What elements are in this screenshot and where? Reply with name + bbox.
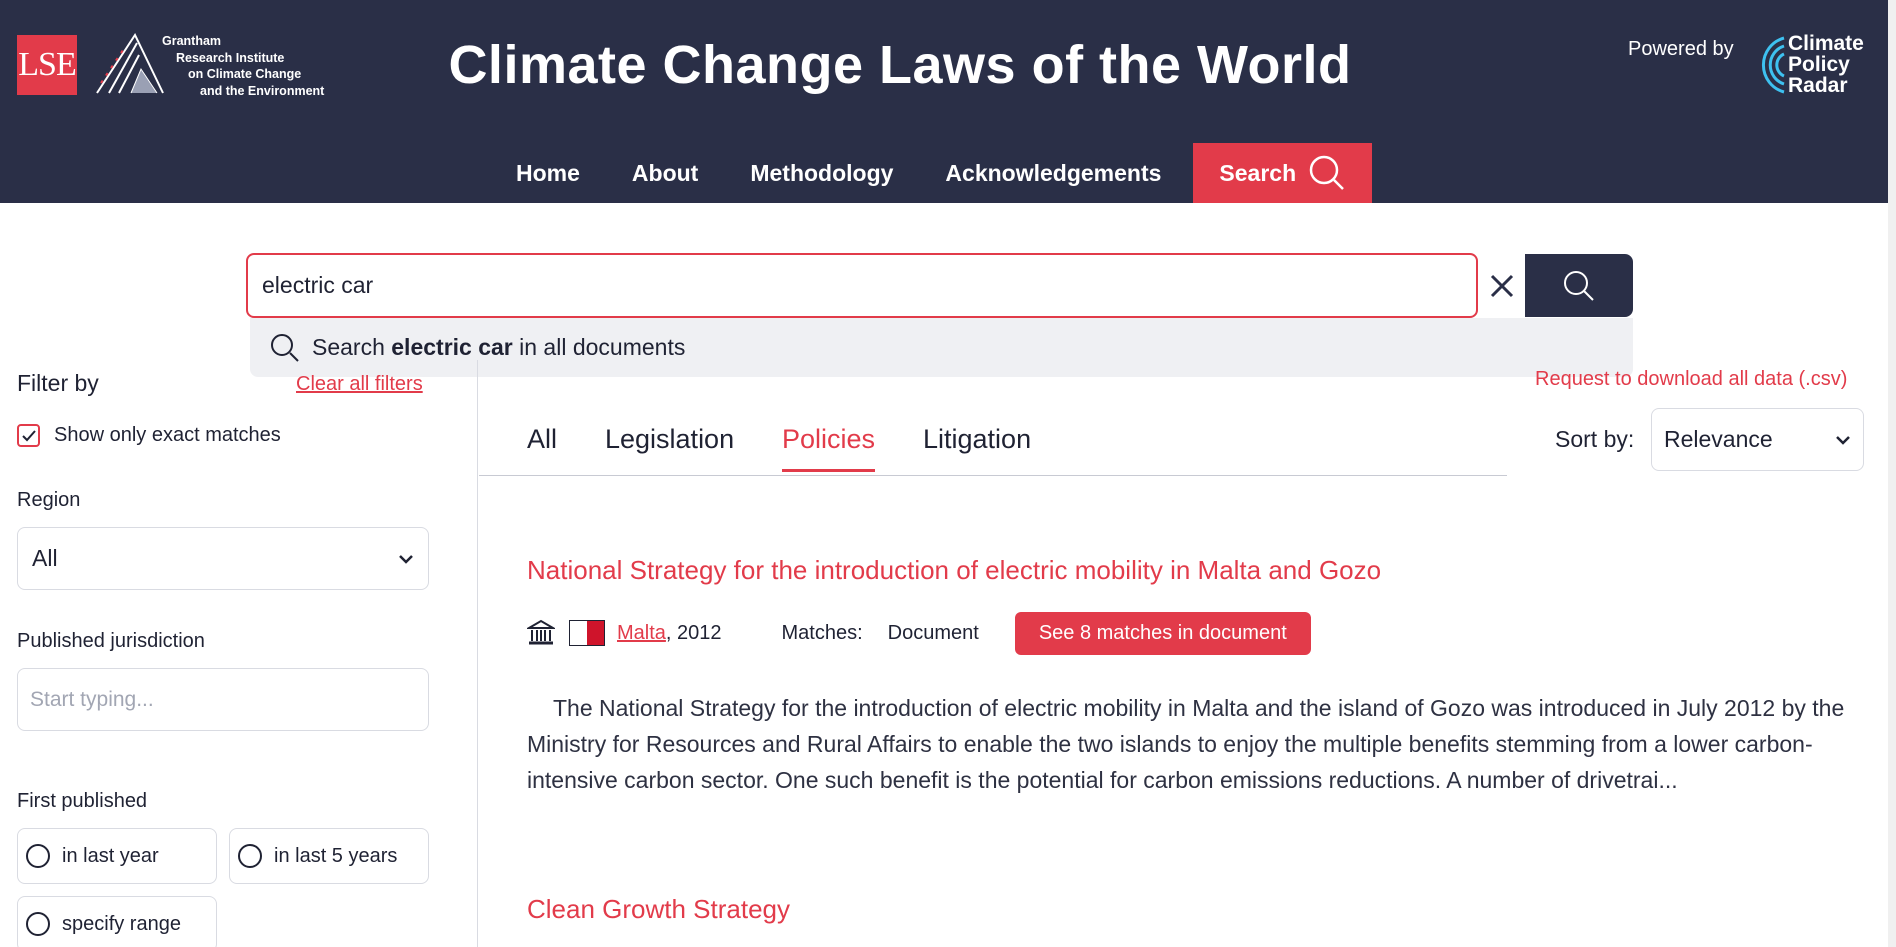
see-matches-button[interactable]: See 8 matches in document bbox=[1014, 611, 1311, 655]
sort-select[interactable]: Relevance bbox=[1651, 408, 1864, 471]
grantham-line: on Climate Change bbox=[188, 67, 302, 81]
grantham-logo-text[interactable]: Grantham Research Institute on Climate C… bbox=[160, 33, 324, 99]
nav-label: Home bbox=[516, 159, 580, 186]
site-header: LSE Grantham Research Institute on Clima… bbox=[0, 0, 1888, 203]
clear-search-button[interactable] bbox=[1478, 254, 1525, 317]
result-title-link[interactable]: Clean Growth Strategy bbox=[527, 894, 790, 925]
filter-sidebar: Filter by Clear all filters Show only ex… bbox=[0, 360, 478, 947]
check-icon bbox=[21, 429, 36, 441]
nav-search[interactable]: Search bbox=[1193, 143, 1373, 203]
jurisdiction-input[interactable] bbox=[17, 668, 429, 731]
search-input[interactable] bbox=[262, 255, 1452, 316]
result-title-link[interactable]: National Strategy for the introduction o… bbox=[527, 555, 1381, 586]
first-published-specify-range[interactable]: specify range bbox=[17, 896, 217, 947]
chevron-down-icon bbox=[399, 554, 413, 564]
main-nav: Home About Methodology Acknowledgements … bbox=[490, 143, 1373, 203]
region-label: Region bbox=[17, 489, 81, 511]
search-icon bbox=[1564, 270, 1594, 301]
grantham-logo-icon bbox=[96, 33, 164, 94]
radio-button[interactable] bbox=[26, 844, 50, 868]
suggestion-term: electric car bbox=[391, 334, 513, 360]
first-published-label: First published bbox=[17, 790, 148, 812]
sort-value: Relevance bbox=[1664, 426, 1773, 452]
matches-label: Matches: bbox=[781, 621, 863, 644]
region-select[interactable]: All bbox=[17, 527, 429, 590]
filter-title: Filter by bbox=[17, 370, 99, 396]
close-icon bbox=[1490, 274, 1513, 297]
nav-label: Acknowledgements bbox=[945, 159, 1162, 186]
partner-line: Policy bbox=[1788, 53, 1850, 76]
search-icon bbox=[271, 333, 299, 362]
result-meta: Malta, 2012 Matches: Document See 8 matc… bbox=[527, 611, 1311, 655]
nav-acknowledgements[interactable]: Acknowledgements bbox=[919, 143, 1187, 203]
exact-match-option[interactable]: Show only exact matches bbox=[17, 424, 281, 447]
tab-legislation[interactable]: Legislation bbox=[605, 424, 734, 469]
exact-match-checkbox[interactable] bbox=[17, 424, 40, 447]
first-published-last-year[interactable]: in last year bbox=[17, 828, 217, 884]
suggestion-prefix: Search bbox=[312, 334, 385, 360]
tab-all[interactable]: All bbox=[527, 424, 557, 469]
option-label: in last 5 years bbox=[274, 844, 398, 867]
nav-label: Search bbox=[1219, 159, 1297, 186]
partner-line: Climate bbox=[1788, 32, 1864, 55]
clear-filters-link[interactable]: Clear all filters bbox=[296, 373, 423, 396]
grantham-line: Research Institute bbox=[176, 50, 285, 65]
option-label: in last year bbox=[62, 844, 159, 867]
nav-methodology[interactable]: Methodology bbox=[724, 143, 919, 203]
exact-match-label: Show only exact matches bbox=[54, 424, 281, 446]
tab-litigation[interactable]: Litigation bbox=[923, 424, 1031, 469]
partner-line: Radar bbox=[1788, 74, 1848, 97]
powered-by-label: Powered by bbox=[1628, 38, 1734, 60]
lse-logo[interactable]: LSE bbox=[17, 35, 77, 95]
search-icon bbox=[1309, 155, 1345, 190]
tab-policies[interactable]: Policies bbox=[782, 424, 876, 472]
result-snippet: The National Strategy for the introducti… bbox=[527, 695, 1845, 793]
malta-flag-icon bbox=[569, 620, 605, 646]
nav-label: About bbox=[631, 159, 699, 186]
nav-home[interactable]: Home bbox=[490, 143, 606, 203]
search-submit-button[interactable] bbox=[1525, 254, 1633, 317]
climate-policy-radar-logo[interactable]: Climate Policy Radar bbox=[1788, 33, 1864, 96]
nav-about[interactable]: About bbox=[606, 143, 724, 203]
first-published-last-5-years[interactable]: in last 5 years bbox=[229, 828, 429, 884]
site-title: Climate Change Laws of the World bbox=[448, 35, 1352, 95]
government-building-icon bbox=[527, 619, 555, 645]
country-link[interactable]: Malta bbox=[617, 622, 666, 645]
page-scrollbar[interactable] bbox=[1888, 0, 1896, 947]
jurisdiction-label: Published jurisdiction bbox=[17, 630, 205, 652]
download-data-link[interactable]: Request to download all data (.csv) bbox=[1535, 368, 1847, 391]
result-year: , 2012 bbox=[665, 621, 722, 644]
radio-button[interactable] bbox=[238, 844, 262, 868]
nav-label: Methodology bbox=[750, 159, 894, 186]
sort-label: Sort by: bbox=[1555, 426, 1635, 452]
matches-type: Document bbox=[887, 621, 979, 644]
region-value: All bbox=[32, 545, 58, 571]
option-label: specify range bbox=[62, 912, 181, 935]
suggestion-suffix: in all documents bbox=[519, 334, 686, 360]
chevron-down-icon bbox=[1836, 435, 1850, 445]
climate-policy-radar-icon bbox=[1761, 36, 1785, 94]
grantham-line: Grantham bbox=[162, 34, 222, 48]
search-box bbox=[246, 253, 1478, 318]
document-type-tabs: All Legislation Policies Litigation bbox=[479, 418, 1507, 476]
radio-button[interactable] bbox=[26, 912, 50, 936]
grantham-line: and the Environment bbox=[200, 83, 325, 98]
